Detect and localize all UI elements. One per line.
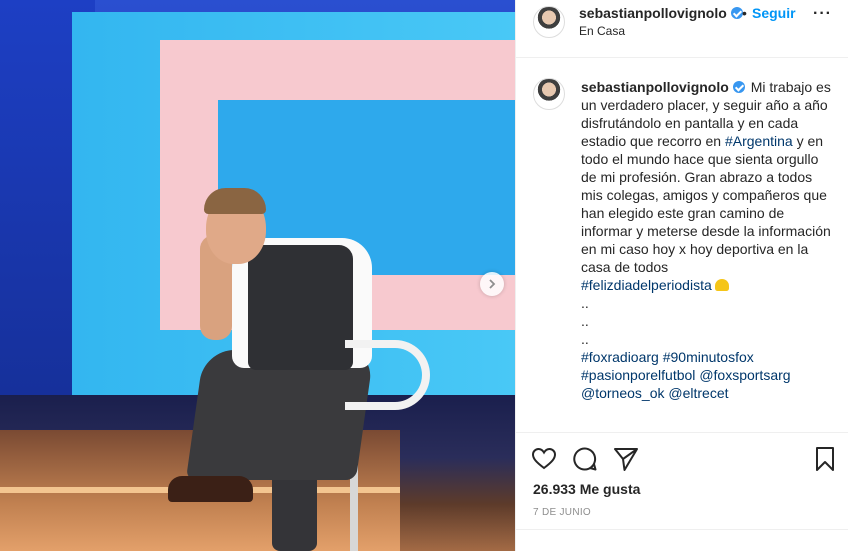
comment-bar xyxy=(516,529,848,551)
caption: sebastianpollovignolo Mi trabajo es un v… xyxy=(533,78,833,402)
stool-seat xyxy=(345,340,430,410)
caption-avatar[interactable] xyxy=(533,78,565,110)
hashtag-felizdiadelperiodista[interactable]: #felizdiadelperiodista xyxy=(581,277,712,293)
share-icon[interactable] xyxy=(612,445,640,473)
more-horizontal-icon[interactable]: ··· xyxy=(813,6,832,22)
post-sidebar: sebastianpollovignolo • Seguir En Casa ·… xyxy=(515,0,848,551)
heart-icon[interactable] xyxy=(530,445,558,473)
next-photo-button[interactable] xyxy=(480,272,504,296)
caption-dots: .. xyxy=(581,295,589,311)
post-date[interactable]: 7 DE JUNIO xyxy=(533,507,591,518)
hashtag-foxradioarg[interactable]: #foxradioarg xyxy=(581,349,659,365)
avatar[interactable] xyxy=(533,6,565,38)
hashtag-pasionporelfutbol[interactable]: #pasionporelfutbol xyxy=(581,367,695,383)
chevron-right-icon xyxy=(489,279,496,289)
bookmark-icon[interactable] xyxy=(811,445,839,473)
mention-eltrecet[interactable]: @eltrecet xyxy=(668,385,728,401)
verified-badge-icon xyxy=(732,81,745,93)
mention-torneos-ok[interactable]: @torneos_ok xyxy=(581,385,664,401)
header-username[interactable]: sebastianpollovignolo xyxy=(579,5,743,21)
verified-badge-icon xyxy=(730,7,743,19)
hashtag-90minutosfox[interactable]: #90minutosfox xyxy=(663,349,754,365)
flexed-biceps-icon xyxy=(714,279,729,291)
mention-foxsportsarg[interactable]: @foxsportsarg xyxy=(699,367,790,383)
follow-button[interactable]: Seguir xyxy=(752,5,796,21)
hashtag-argentina[interactable]: #Argentina xyxy=(725,133,793,149)
post-header: sebastianpollovignolo • Seguir En Casa ·… xyxy=(516,0,848,58)
separator-dot: • xyxy=(742,5,747,21)
caption-text: sebastianpollovignolo Mi trabajo es un v… xyxy=(581,78,833,402)
location-link[interactable]: En Casa xyxy=(579,24,625,38)
comment-icon[interactable] xyxy=(571,445,599,473)
caption-dots: .. xyxy=(581,331,589,347)
caption-dots: .. xyxy=(581,313,589,329)
likes-count[interactable]: 26.933 Me gusta xyxy=(533,481,640,497)
action-bar: 26.933 Me gusta 7 DE JUNIO xyxy=(516,432,848,551)
caption-username[interactable]: sebastianpollovignolo xyxy=(581,79,745,95)
caption-body-2: y en todo el mundo hace que sienta orgul… xyxy=(581,133,831,275)
post-photo[interactable] xyxy=(0,0,515,551)
